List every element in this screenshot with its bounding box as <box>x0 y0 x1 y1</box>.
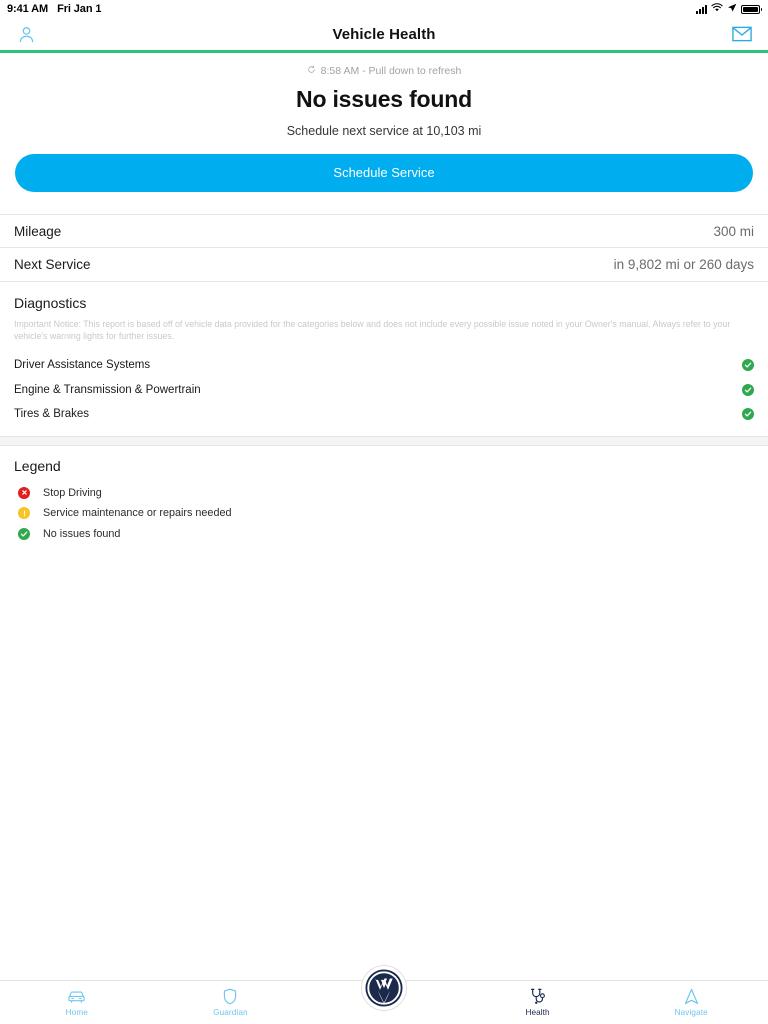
tab-vw-home[interactable] <box>307 965 461 1024</box>
vw-logo-icon[interactable] <box>360 965 407 1011</box>
location-arrow-icon <box>727 3 737 16</box>
tab-guardian[interactable]: Guardian <box>154 981 308 1024</box>
tab-label: Home <box>65 1008 88 1017</box>
legend-label: Service maintenance or repairs needed <box>43 507 232 519</box>
status-bar: 9:41 AM Fri Jan 1 <box>0 0 768 18</box>
stethoscope-icon <box>530 988 546 1005</box>
cta-container: Schedule Service <box>0 138 768 192</box>
exclamation-circle-icon <box>18 507 30 519</box>
battery-icon <box>741 4 762 14</box>
row-value: 300 mi <box>713 223 754 239</box>
list-item: Service maintenance or repairs needed <box>14 503 754 524</box>
status-bar-right <box>696 3 762 16</box>
legend-list: Stop Driving Service maintenance or repa… <box>14 482 754 544</box>
tab-label: Health <box>525 1008 550 1017</box>
vehicle-info-rows: Mileage 300 mi Next Service in 9,802 mi … <box>0 214 768 282</box>
health-status-title: No issues found <box>296 86 472 112</box>
schedule-service-button[interactable]: Schedule Service <box>15 154 753 192</box>
car-icon <box>67 988 86 1005</box>
mail-icon[interactable] <box>730 22 754 46</box>
check-circle-icon <box>18 527 30 540</box>
diagnostics-section: Diagnostics Important Notice: This repor… <box>0 282 768 426</box>
refresh-text: 8:58 AM - Pull down to refresh <box>320 65 462 77</box>
check-circle-icon <box>742 408 754 420</box>
diagnostic-label: Driver Assistance Systems <box>14 359 151 371</box>
check-circle-icon <box>742 359 754 371</box>
row-value: in 9,802 mi or 260 days <box>613 257 754 272</box>
diagnostics-list: Driver Assistance Systems Engine & Trans… <box>14 353 754 427</box>
table-row[interactable]: Next Service in 9,802 mi or 260 days <box>0 248 768 282</box>
tab-health[interactable]: Health <box>461 981 615 1024</box>
list-item: Stop Driving <box>14 482 754 503</box>
tab-navigate[interactable]: Navigate <box>614 981 768 1024</box>
tab-home[interactable]: Home <box>0 981 154 1024</box>
check-circle-icon <box>742 383 754 396</box>
status-bar-left: 9:41 AM Fri Jan 1 <box>7 3 102 15</box>
next-service-hint: Schedule next service at 10,103 mi <box>286 124 482 138</box>
legend-section: Legend Stop Driving Service maintenance … <box>0 446 768 544</box>
status-date: Fri Jan 1 <box>57 3 102 15</box>
bottom-tab-bar: Home Guardian Health Navigate <box>0 965 768 1024</box>
list-item: No issues found <box>14 523 754 544</box>
list-item[interactable]: Tires & Brakes <box>14 402 754 427</box>
signal-bars-icon <box>696 4 707 14</box>
page-title: Vehicle Health <box>332 25 436 43</box>
shield-icon <box>223 988 237 1005</box>
app-header: Vehicle Health <box>0 18 768 50</box>
table-row[interactable]: Mileage 300 mi <box>0 214 768 248</box>
vehicle-health-screen: 9:41 AM Fri Jan 1 Vehicle Health 8:58 AM… <box>0 0 768 1024</box>
pull-to-refresh-status[interactable]: 8:58 AM - Pull down to refresh <box>0 65 768 77</box>
tab-label: Navigate <box>674 1008 708 1017</box>
navigate-arrow-icon <box>684 988 699 1005</box>
refresh-icon <box>307 65 316 77</box>
section-divider <box>0 436 768 447</box>
wifi-icon <box>711 3 723 15</box>
row-label: Next Service <box>14 257 91 272</box>
diagnostics-title: Diagnostics <box>14 295 87 311</box>
profile-icon[interactable] <box>14 22 38 46</box>
list-item[interactable]: Engine & Transmission & Powertrain <box>14 377 754 402</box>
status-time: 9:41 AM <box>7 3 49 15</box>
diagnostic-label: Tires & Brakes <box>14 408 89 420</box>
legend-title: Legend <box>14 458 61 475</box>
diagnostics-notice: Important Notice: This report is based o… <box>14 319 731 341</box>
health-summary: 8:58 AM - Pull down to refresh No issues… <box>0 53 768 138</box>
legend-label: Stop Driving <box>43 486 102 499</box>
legend-label: No issues found <box>43 527 121 540</box>
diagnostic-label: Engine & Transmission & Powertrain <box>14 383 201 396</box>
x-circle-icon <box>18 486 30 499</box>
tab-label: Guardian <box>213 1008 248 1017</box>
list-item[interactable]: Driver Assistance Systems <box>14 353 754 378</box>
row-label: Mileage <box>14 223 62 239</box>
